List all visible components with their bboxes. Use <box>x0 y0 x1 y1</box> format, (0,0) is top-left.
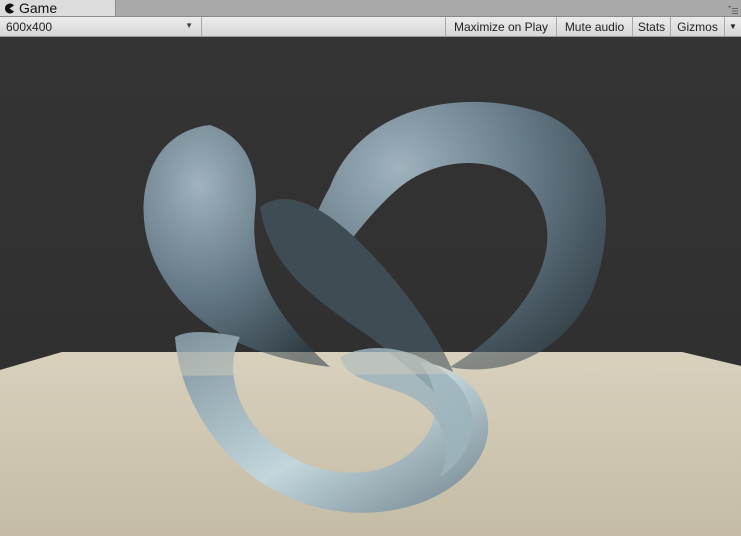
resolution-value: 600x400 <box>6 19 53 34</box>
maximize-on-play-label: Maximize on Play <box>453 19 549 34</box>
dropdown-arrow-icon: ▼ <box>185 21 193 30</box>
tab-game[interactable]: Game <box>0 0 116 16</box>
gizmos-dropdown-arrow-icon[interactable]: ▼ <box>724 17 741 36</box>
scene-render <box>0 37 741 536</box>
tab-strip: Game <box>0 0 741 17</box>
stats-label: Stats <box>637 19 666 34</box>
resolution-dropdown[interactable]: 600x400 ▼ <box>0 17 202 36</box>
mute-audio-label: Mute audio <box>564 19 625 34</box>
game-viewport[interactable] <box>0 37 741 536</box>
tab-menu-icon[interactable] <box>727 2 739 14</box>
game-toolbar: 600x400 ▼ Maximize on Play Mute audio St… <box>0 17 741 37</box>
mute-audio-button[interactable]: Mute audio <box>556 17 632 36</box>
gizmos-label: Gizmos <box>677 19 718 34</box>
pacman-game-icon <box>4 3 15 14</box>
gizmos-button[interactable]: Gizmos <box>670 17 724 36</box>
maximize-on-play-button[interactable]: Maximize on Play <box>445 17 556 36</box>
game-window: Game 600x400 ▼ Maximize on Play Mute aud… <box>0 0 741 536</box>
stats-button[interactable]: Stats <box>632 17 670 36</box>
tab-label: Game <box>19 0 58 16</box>
